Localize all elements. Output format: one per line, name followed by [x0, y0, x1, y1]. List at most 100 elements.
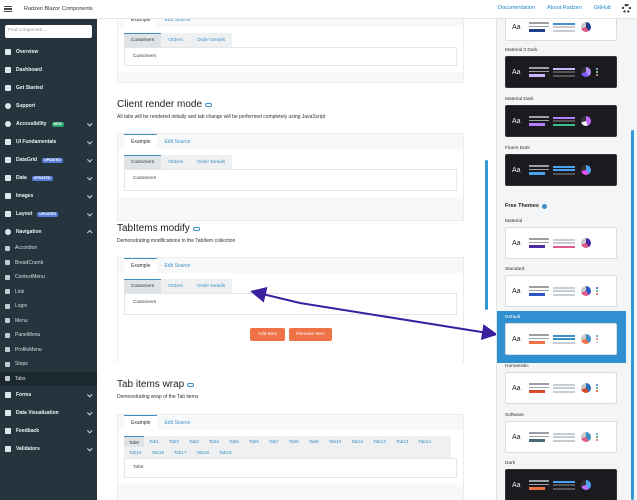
search-input[interactable]: Find component ...	[5, 25, 92, 38]
theme-humanistic[interactable]: Aa	[505, 372, 617, 404]
wrap-tab-item[interactable]: Tab4	[203, 436, 224, 447]
link-icon[interactable]	[187, 382, 195, 387]
theme-dark[interactable]: Aa	[505, 469, 617, 500]
chevron-down-icon	[86, 445, 92, 451]
tab-example[interactable]: Example	[124, 19, 158, 27]
scrollbar[interactable]	[485, 160, 488, 310]
theme-default[interactable]: Aa	[505, 323, 617, 355]
wrap-tab-item[interactable]: Tab7	[263, 436, 284, 447]
nav-navigation[interactable]: Navigation	[0, 223, 97, 241]
wrap-tab-item[interactable]: Tab13	[390, 436, 414, 447]
hamburger-menu-icon[interactable]	[4, 5, 18, 13]
wrap-tab-item[interactable]: Tab9	[303, 436, 324, 447]
link-icon[interactable]	[192, 226, 200, 231]
theme-material-3-dark[interactable]: Aa	[505, 56, 617, 88]
wrap-tab-item[interactable]: Tab19	[214, 447, 237, 458]
wrap-tab-item[interactable]: Tab3	[183, 436, 204, 447]
tab-edit-source[interactable]: Edit Source	[157, 19, 197, 27]
wrap-tab-item[interactable]: Tab16	[146, 447, 170, 458]
theme-standard[interactable]: Aa	[505, 275, 617, 307]
tab-order-details[interactable]: Order Details	[190, 279, 232, 293]
nav-sub-login[interactable]: Login	[0, 299, 97, 314]
wrap-tab-item[interactable]: Tab15	[124, 447, 147, 458]
grid-preview	[553, 163, 575, 177]
typography-preview	[529, 430, 549, 444]
tab-order-details[interactable]: Order Details	[190, 33, 232, 47]
nav-support[interactable]: Support	[0, 97, 97, 115]
nav-overview[interactable]: Overview	[0, 43, 97, 61]
chevron-up-icon	[86, 230, 92, 236]
typography-preview	[529, 478, 549, 492]
wrap-tab-item[interactable]: Tab6	[243, 436, 264, 447]
theme-panel-scrollbar[interactable]	[631, 130, 634, 500]
add-item-button[interactable]: Add Item	[250, 328, 285, 341]
nav-ui-fundamentals[interactable]: UI Fundamentals	[0, 133, 97, 151]
nav-data-visualization[interactable]: Data Visualization	[0, 404, 97, 422]
chevron-down-icon	[86, 192, 92, 198]
tab-edit-source[interactable]: Edit Source	[157, 134, 197, 149]
tab-edit-source[interactable]: Edit Source	[157, 415, 197, 430]
nav-sub-breadcrumb[interactable]: BreadCrumb	[0, 256, 97, 271]
theme-material[interactable]: Aa	[505, 227, 617, 259]
wrap-tab-item[interactable]: Tab17	[169, 447, 192, 458]
theme-software[interactable]: Aa	[505, 421, 617, 453]
tab-order-details[interactable]: Order Details	[190, 155, 232, 169]
help-icon	[5, 103, 11, 109]
new-badge: NEW	[51, 121, 64, 127]
tab-content: Customers	[124, 47, 457, 66]
wrap-tab-item[interactable]: Tab5	[223, 436, 244, 447]
nav-images[interactable]: Images	[0, 187, 97, 205]
tab-edit-source[interactable]: Edit Source	[157, 258, 197, 273]
wrap-tab-item[interactable]: Tab14	[413, 436, 436, 447]
wrap-tab-item[interactable]: Tab2	[163, 436, 184, 447]
nav-sub-contextmenu[interactable]: ContextMenu	[0, 270, 97, 285]
nav-sub-steps[interactable]: Steps	[0, 357, 97, 372]
nav-get-started[interactable]: Get Started	[0, 79, 97, 97]
wrap-tab-item[interactable]: Tab1	[143, 436, 164, 447]
section-title: Client render mode	[117, 99, 213, 110]
pie-preview	[581, 165, 591, 175]
tab-example[interactable]: Example	[124, 415, 158, 430]
nav-sub-menu[interactable]: Menu	[0, 314, 97, 329]
status-dots	[596, 433, 598, 441]
tab-customers[interactable]: Customers	[124, 33, 162, 47]
tab-example[interactable]: Example	[124, 258, 158, 273]
nav-validators[interactable]: Validators	[0, 440, 97, 458]
tab-example[interactable]: Example	[124, 134, 158, 149]
nav-sub-link[interactable]: Link	[0, 285, 97, 300]
wrap-tab-item[interactable]: Tab12	[368, 436, 391, 447]
theme-material-dark[interactable]: Aa	[505, 105, 617, 137]
about-link[interactable]: About Radzen	[547, 5, 582, 11]
section-description: All tabs will be rendered initially and …	[117, 114, 326, 120]
nav-data[interactable]: Data UPDATED	[0, 169, 97, 187]
nav-feedback[interactable]: Feedback	[0, 422, 97, 440]
section-title: Tab items wrap	[117, 379, 195, 390]
nav-forms[interactable]: Forms	[0, 386, 97, 404]
tab-customers[interactable]: Customers	[124, 155, 162, 169]
link-icon[interactable]	[205, 102, 213, 107]
theme-preview[interactable]: Aa	[505, 19, 617, 41]
theme-fluent-dark[interactable]: Aa	[505, 154, 617, 186]
wrap-tab-item[interactable]: Tab11	[346, 436, 369, 447]
info-icon[interactable]	[541, 203, 547, 209]
gear-icon[interactable]	[622, 4, 631, 13]
tab-orders[interactable]: Orders	[161, 33, 190, 47]
nav-sub-tabs[interactable]: Tabs	[0, 371, 97, 386]
tab-customers[interactable]: Customers	[124, 279, 162, 293]
nav-sub-panelmenu[interactable]: PanelMenu	[0, 328, 97, 343]
nav-layout[interactable]: Layout UPDATED	[0, 205, 97, 223]
wrap-tab-item[interactable]: Tab8	[283, 436, 304, 447]
tab-orders[interactable]: Orders	[161, 155, 190, 169]
tab-orders[interactable]: Orders	[161, 279, 190, 293]
wrap-tab-item[interactable]: Tab10	[323, 436, 347, 447]
documentation-link[interactable]: Documentation	[498, 5, 535, 11]
nav-sub-profilemenu[interactable]: ProfileMenu	[0, 343, 97, 358]
nav-accessibility[interactable]: Accessibility NEW	[0, 115, 97, 133]
nav-datagrid[interactable]: DataGrid UPDATED	[0, 151, 97, 169]
nav-dashboard[interactable]: Dashboard	[0, 61, 97, 79]
wrap-tab-item[interactable]: Tab0	[124, 436, 144, 447]
github-link[interactable]: GitHub	[594, 5, 611, 11]
nav-sub-accordion[interactable]: Accordion	[0, 241, 97, 256]
remove-item-button[interactable]: Remove Item	[289, 328, 332, 341]
wrap-tab-item[interactable]: Tab18	[191, 447, 215, 458]
